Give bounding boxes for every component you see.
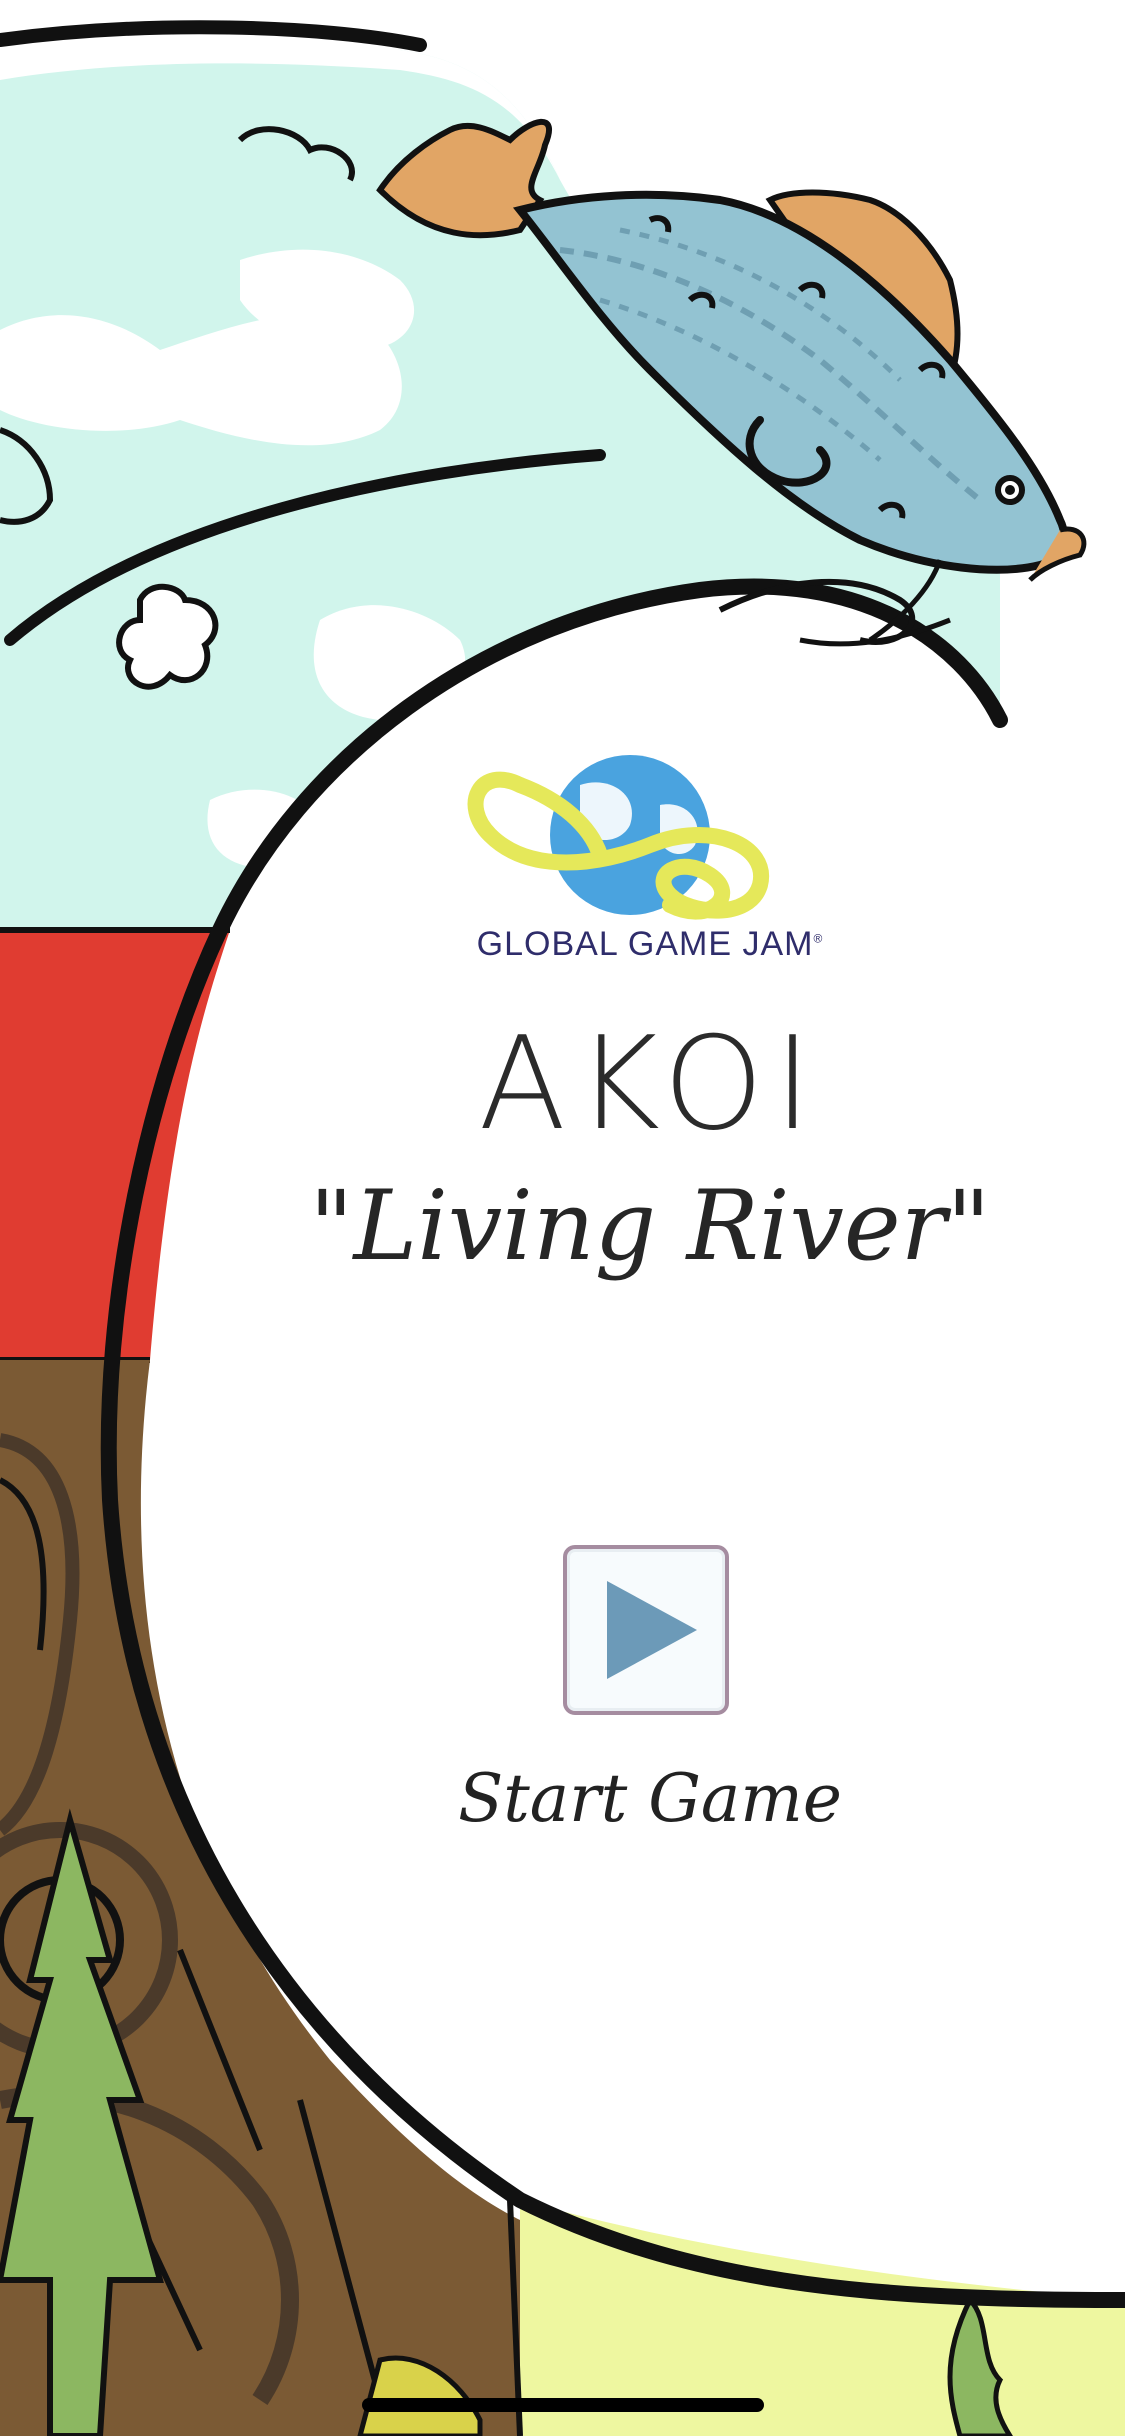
registered-mark: ® (813, 931, 824, 946)
global-game-jam-text: GLOBAL GAME JAM® (400, 925, 900, 964)
home-indicator[interactable] (362, 2398, 764, 2412)
game-title: AKOI (478, 1010, 822, 1159)
start-game-button[interactable] (563, 1545, 729, 1715)
game-subtitle: "Living River" (309, 1170, 991, 1282)
start-game-label[interactable]: Start Game (430, 1760, 870, 1837)
sponsor-name: GLOBAL GAME JAM (476, 925, 814, 963)
play-triangle-icon (607, 1581, 697, 1679)
title-screen: GLOBAL GAME JAM® AKOI "Living River" Sta… (0, 0, 1125, 2436)
